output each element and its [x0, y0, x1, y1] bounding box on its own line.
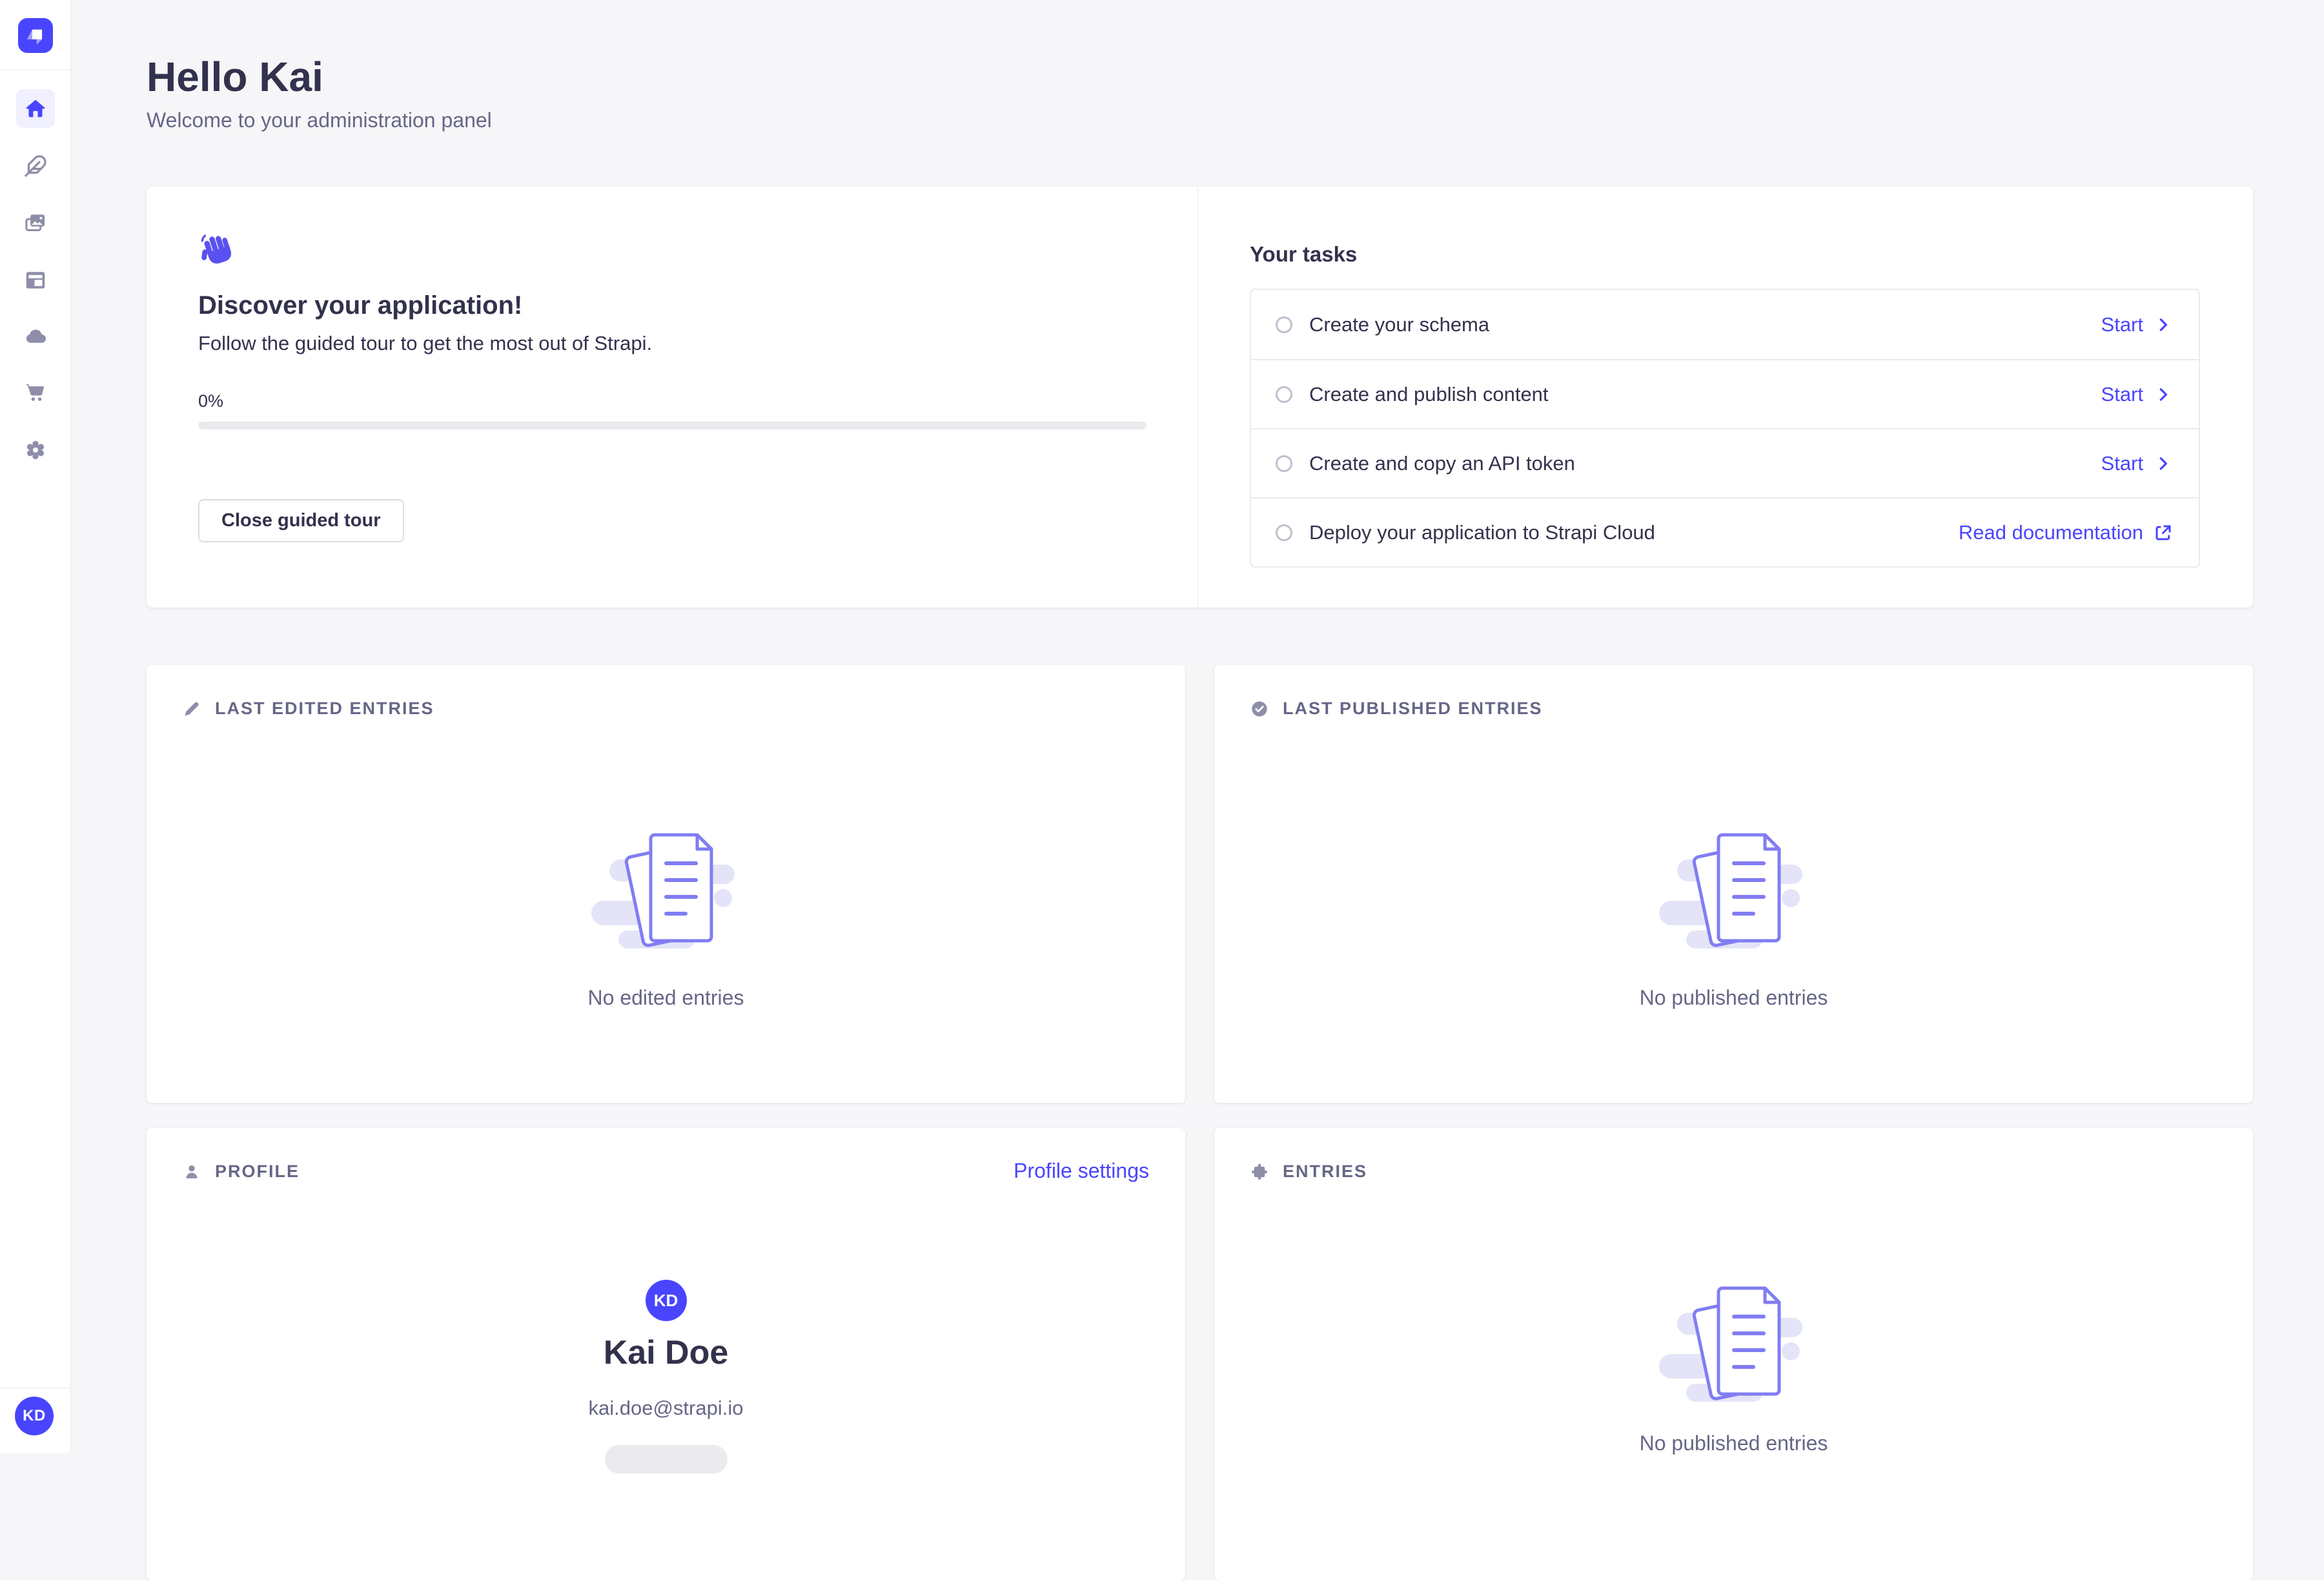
- page-subtitle: Welcome to your administration panel: [147, 108, 492, 132]
- waving-hand-icon: [198, 232, 1146, 269]
- guided-tour-description: Follow the guided tour to get the most o…: [198, 332, 1146, 355]
- sidebar-item-marketplace[interactable]: [16, 373, 55, 412]
- task-row: Create and copy an API token Start: [1251, 428, 2199, 497]
- profile-email: kai.doe@strapi.io: [147, 1397, 1185, 1420]
- sidebar-item-content-manager[interactable]: [16, 147, 55, 185]
- profile-card: PROFILE Profile settings KD Kai Doe kai.…: [147, 1128, 1185, 1580]
- your-tasks-panel: Your tasks Create your schema Start Crea…: [1198, 187, 2253, 608]
- page-title: Hello Kai: [147, 53, 323, 101]
- settings-gear-icon: [24, 438, 47, 462]
- task-action-label: Read documentation: [1959, 521, 2143, 544]
- task-row: Create your schema Start: [1251, 290, 2199, 359]
- last-published-entries-card: LAST PUBLISHED ENTRIES No published entr…: [1214, 665, 2253, 1103]
- task-row: Deploy your application to Strapi Cloud …: [1251, 497, 2199, 566]
- task-status-circle: [1276, 455, 1292, 472]
- task-status-circle: [1276, 386, 1292, 403]
- task-start-link[interactable]: Start: [2101, 313, 2173, 336]
- sidebar-item-cloud[interactable]: [16, 317, 55, 356]
- person-icon: [183, 1163, 201, 1181]
- guided-tour-title: Discover your application!: [198, 291, 1146, 320]
- close-guided-tour-button[interactable]: Close guided tour: [198, 499, 404, 542]
- task-start-link[interactable]: Start: [2101, 452, 2173, 475]
- strapi-logo[interactable]: [18, 18, 53, 53]
- task-label: Deploy your application to Strapi Cloud: [1309, 521, 1655, 544]
- task-action-label: Start: [2101, 383, 2143, 406]
- external-link-icon: [2154, 523, 2173, 542]
- chevron-right-icon: [2154, 454, 2173, 473]
- empty-state-text: No published entries: [1640, 986, 1828, 1010]
- profile-settings-link[interactable]: Profile settings: [1014, 1159, 1149, 1183]
- feather-icon: [24, 154, 47, 178]
- guided-tour-card: Discover your application! Follow the gu…: [147, 187, 1198, 608]
- card-title: PROFILE: [215, 1162, 300, 1182]
- task-label: Create your schema: [1309, 313, 1489, 336]
- empty-state-text: No edited entries: [588, 986, 744, 1010]
- task-action-label: Start: [2101, 313, 2143, 336]
- task-list: Create your schema Start Create and publ…: [1250, 289, 2200, 568]
- task-status-circle: [1276, 316, 1292, 333]
- your-tasks-title: Your tasks: [1250, 242, 2199, 267]
- last-edited-entries-card: LAST EDITED ENTRIES No edited entries: [147, 665, 1185, 1103]
- sidebar-item-home[interactable]: [16, 89, 55, 128]
- task-row: Create and publish content Start: [1251, 359, 2199, 428]
- empty-documents-illustration: [1644, 1257, 1824, 1412]
- chevron-right-icon: [2154, 315, 2173, 334]
- task-start-link[interactable]: Start: [2101, 383, 2173, 406]
- card-header: PROFILE: [183, 1162, 300, 1182]
- chevron-right-icon: [2154, 385, 2173, 404]
- progress-bar: [198, 422, 1147, 429]
- sidebar: KD: [0, 0, 71, 1453]
- sidebar-item-content-type-builder[interactable]: [16, 261, 55, 300]
- sidebar-item-settings[interactable]: [16, 431, 55, 469]
- task-status-circle: [1276, 524, 1292, 541]
- empty-state-text: No published entries: [1640, 1431, 1828, 1455]
- sidebar-item-media-library[interactable]: [16, 203, 55, 242]
- empty-documents-illustration: [576, 804, 757, 959]
- sidebar-user-avatar[interactable]: KD: [15, 1397, 54, 1435]
- task-label: Create and copy an API token: [1309, 452, 1575, 475]
- marketplace-cart-icon: [24, 381, 47, 404]
- profile-avatar: KD: [646, 1280, 687, 1321]
- task-action-label: Start: [2101, 452, 2143, 475]
- read-documentation-link[interactable]: Read documentation: [1959, 521, 2173, 544]
- layout-icon: [24, 269, 47, 292]
- entries-card: ENTRIES No published entries: [1214, 1128, 2253, 1580]
- profile-name: Kai Doe: [147, 1333, 1185, 1372]
- guided-tour-and-tasks-panel: Discover your application! Follow the gu…: [147, 187, 2253, 608]
- home-icon: [24, 97, 47, 120]
- profile-role-badge: [605, 1445, 728, 1473]
- cloud-icon: [24, 325, 47, 348]
- empty-documents-illustration: [1644, 804, 1824, 959]
- progress-label: 0%: [198, 391, 1146, 411]
- task-label: Create and publish content: [1309, 383, 1549, 406]
- media-library-icon: [24, 211, 47, 234]
